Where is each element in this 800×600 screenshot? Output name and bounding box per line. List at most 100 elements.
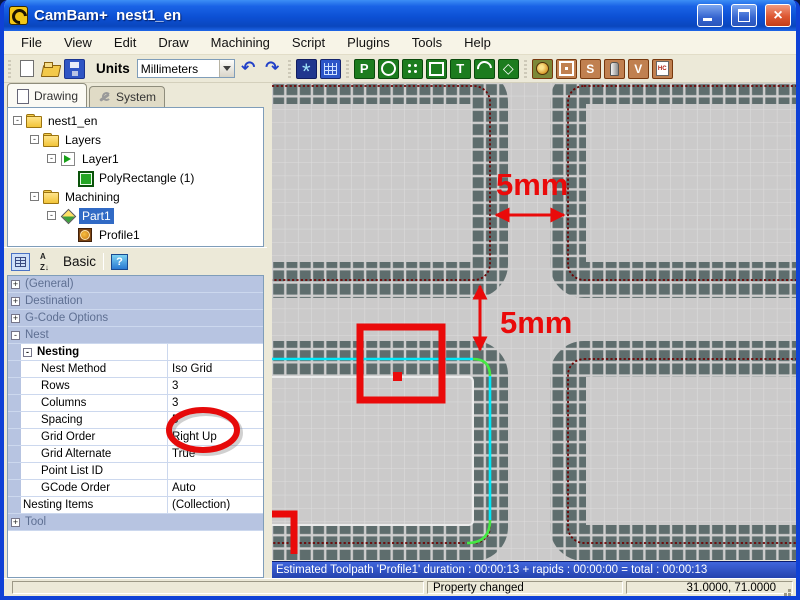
tree-item[interactable]: - nest1_en [8,111,263,130]
redo-arrow-icon[interactable] [262,59,283,79]
toolpath-duration-bar: Estimated Toolpath 'Profile1' duration :… [272,561,796,578]
menu-item[interactable]: Help [453,32,502,53]
tree-expander[interactable]: - [30,192,39,201]
property-value[interactable]: 3 [167,395,263,411]
property-expander[interactable]: + [11,297,20,306]
toolbar-grip[interactable] [346,60,349,78]
mop-pocket-icon[interactable] [556,59,577,79]
drawing-canvas[interactable]: 5mm 5mm [272,83,796,560]
property-label: (General) [25,278,74,290]
panel-tab[interactable]: System [89,86,165,107]
property-row[interactable]: + Tool [8,514,263,531]
property-value[interactable]: (Collection) [167,497,263,513]
property-value[interactable] [167,463,263,479]
tree-item[interactable]: Profile1 [8,225,263,244]
menu-item[interactable]: File [10,32,53,53]
property-value[interactable]: Right Up [167,429,263,445]
property-value[interactable]: 3 [167,378,263,394]
property-expander[interactable]: - [11,331,20,340]
menu-item[interactable]: Edit [103,32,147,53]
property-row[interactable]: - Nest [8,327,263,344]
separator [103,253,104,270]
property-row[interactable]: + G-Code Options [8,310,263,327]
property-row[interactable]: GCode Order Auto [8,480,263,497]
property-row[interactable]: + (General) [8,276,263,293]
tree-item[interactable]: - Machining [8,187,263,206]
property-row[interactable]: - Nesting [8,344,263,361]
tab-label: System [116,90,156,104]
property-row[interactable]: Rows 3 [8,378,263,395]
new-file-icon[interactable] [16,59,37,79]
save-file-icon[interactable] [64,59,85,79]
view-mode-label[interactable]: Basic [63,254,96,269]
property-row[interactable]: Nest Method Iso Grid [8,361,263,378]
panel-tab[interactable]: Drawing [7,83,87,107]
tree-expander[interactable]: - [47,211,56,220]
minimize-button[interactable] [697,4,723,27]
draw-circle-icon[interactable] [378,59,399,79]
alphabetical-sort-icon[interactable] [37,253,56,271]
snap-to-grid-icon[interactable] [320,59,341,79]
property-value[interactable]: Iso Grid [167,361,263,377]
tree-item[interactable]: - Layers [8,130,263,149]
toolbar-grip[interactable] [8,60,11,78]
draw-polyline-icon[interactable] [354,59,375,79]
tree-item[interactable]: - Part1 [8,206,263,225]
menu-item[interactable]: Script [281,32,336,53]
toolbar-grip[interactable] [288,60,291,78]
property-label: Columns [41,397,86,409]
tree-expander[interactable]: - [30,135,39,144]
draw-text-icon[interactable] [450,59,471,79]
part-icon [60,209,75,222]
property-row[interactable]: Point List ID [8,463,263,480]
categorized-view-icon[interactable] [11,253,30,271]
draw-surface-icon[interactable] [498,59,519,79]
menu-item[interactable]: Plugins [336,32,401,53]
help-icon[interactable]: ? [111,254,128,270]
property-label: Grid Alternate [41,448,111,460]
draw-arc-icon[interactable] [474,59,495,79]
mop-profile-icon[interactable] [532,59,553,79]
mop-vbit-icon[interactable] [628,59,649,79]
property-value[interactable] [167,344,263,360]
property-expander[interactable]: + [11,518,20,527]
property-row[interactable]: Spacing 5 [8,412,263,429]
property-expander[interactable]: + [11,314,20,323]
snap-to-points-icon[interactable] [296,59,317,79]
dimension-label-height: 5mm [500,305,572,340]
draw-rectangle-icon[interactable] [426,59,447,79]
title-bar[interactable]: CamBam+ nest1_en [4,0,796,31]
property-value[interactable]: 5 [167,412,263,428]
property-value[interactable]: Auto [167,480,263,496]
property-row[interactable]: Grid Alternate True [8,446,263,463]
tree-expander[interactable]: - [13,116,22,125]
property-row[interactable]: Grid Order Right Up [8,429,263,446]
tree-item-label: Layer1 [79,151,122,167]
units-dropdown-arrow-icon[interactable] [219,60,234,77]
open-file-icon[interactable] [40,59,61,79]
menu-item[interactable]: Tools [401,32,453,53]
property-row[interactable]: Nesting Items (Collection) [8,497,263,514]
mop-drill-icon[interactable] [604,59,625,79]
units-combobox[interactable]: Millimeters [137,59,235,78]
app-icon [9,6,28,25]
toolbar-grip[interactable] [524,60,527,78]
undo-arrow-icon[interactable] [238,59,259,79]
property-value[interactable]: True [167,446,263,462]
menu-item[interactable]: View [53,32,103,53]
property-row[interactable]: + Destination [8,293,263,310]
maximize-button[interactable] [731,4,757,27]
tree-item[interactable]: PolyRectangle (1) [8,168,263,187]
property-expander[interactable]: - [23,348,32,357]
mop-gcode-icon[interactable] [652,59,673,79]
close-button[interactable] [765,4,791,27]
property-row[interactable]: Columns 3 [8,395,263,412]
tree-expander[interactable]: - [47,154,56,163]
draw-point-list-icon[interactable] [402,59,423,79]
menu-item[interactable]: Machining [200,32,281,53]
tree-item[interactable]: - Layer1 [8,149,263,168]
menu-item[interactable]: Draw [147,32,199,53]
left-panel: Drawing System - nest1_en [4,83,267,578]
mop-engrave-icon[interactable] [580,59,601,79]
property-expander[interactable]: + [11,280,20,289]
